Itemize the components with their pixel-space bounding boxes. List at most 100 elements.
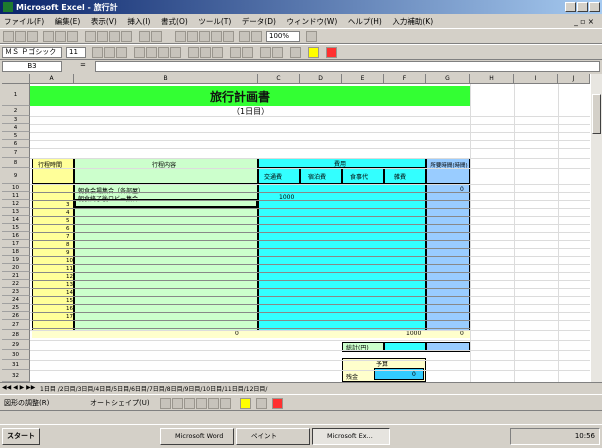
undo-icon[interactable] bbox=[139, 31, 150, 42]
row-header[interactable]: 9 bbox=[2, 168, 30, 184]
row-header[interactable]: 25 bbox=[2, 304, 30, 312]
rectangle-tool-icon[interactable] bbox=[184, 398, 195, 409]
bold-icon[interactable] bbox=[92, 47, 103, 58]
excel-app-icon[interactable] bbox=[3, 2, 13, 12]
row-header[interactable]: 30 bbox=[2, 350, 30, 360]
comma-icon[interactable] bbox=[212, 47, 223, 58]
row-header[interactable]: 14 bbox=[2, 216, 30, 224]
row-header[interactable]: 22 bbox=[2, 280, 30, 288]
text-color-icon[interactable] bbox=[272, 398, 283, 409]
maximize-button[interactable] bbox=[577, 2, 588, 12]
decimal-inc-icon[interactable] bbox=[230, 47, 241, 58]
row-header[interactable]: 15 bbox=[2, 224, 30, 232]
indent-dec-icon[interactable] bbox=[260, 47, 271, 58]
menu-data[interactable]: データ(D) bbox=[238, 14, 280, 29]
row-header[interactable]: 28 bbox=[2, 330, 30, 340]
textbox-tool-icon[interactable] bbox=[208, 398, 219, 409]
row-header[interactable]: 21 bbox=[2, 272, 30, 280]
align-right-icon[interactable] bbox=[158, 47, 169, 58]
start-button[interactable]: スタート bbox=[2, 428, 40, 445]
scroll-thumb[interactable] bbox=[592, 94, 601, 134]
row-header[interactable]: 10 bbox=[2, 184, 30, 192]
row-header[interactable]: 19 bbox=[2, 256, 30, 264]
merge-center-icon[interactable] bbox=[170, 47, 181, 58]
row-header[interactable]: 18 bbox=[2, 248, 30, 256]
font-name-select[interactable]: ＭＳ Ｐゴシック bbox=[2, 47, 62, 58]
row-header[interactable]: 13 bbox=[2, 208, 30, 216]
row-header[interactable]: 26 bbox=[2, 312, 30, 320]
underline-icon[interactable] bbox=[116, 47, 127, 58]
column-header-a[interactable]: A bbox=[30, 74, 74, 84]
italic-icon[interactable] bbox=[104, 47, 115, 58]
row-header[interactable]: 23 bbox=[2, 288, 30, 296]
column-header-j[interactable]: J bbox=[558, 74, 590, 84]
sort-asc-icon[interactable] bbox=[211, 31, 222, 42]
column-header-b[interactable]: B bbox=[74, 74, 258, 84]
row-header[interactable]: 5 bbox=[2, 132, 30, 140]
open-icon[interactable] bbox=[15, 31, 26, 42]
autosum-icon[interactable] bbox=[187, 31, 198, 42]
row-header[interactable]: 17 bbox=[2, 240, 30, 248]
draw-menu[interactable]: 図形の調整(R) bbox=[4, 398, 49, 408]
column-header-c[interactable]: C bbox=[258, 74, 300, 84]
menu-input-assist[interactable]: 入力補助(K) bbox=[388, 14, 437, 29]
close-button[interactable] bbox=[589, 2, 600, 12]
row-header[interactable]: 24 bbox=[2, 296, 30, 304]
column-header-i[interactable]: I bbox=[514, 74, 558, 84]
oval-tool-icon[interactable] bbox=[196, 398, 207, 409]
task-word[interactable]: Microsoft Word bbox=[160, 428, 234, 445]
format-painter-icon[interactable] bbox=[121, 31, 132, 42]
menu-insert[interactable]: 挿入(I) bbox=[123, 14, 154, 29]
column-header-f[interactable]: F bbox=[384, 74, 426, 84]
borders-icon[interactable] bbox=[290, 47, 301, 58]
menu-tools[interactable]: ツール(T) bbox=[194, 14, 235, 29]
column-header-e[interactable]: E bbox=[342, 74, 384, 84]
redo-icon[interactable] bbox=[151, 31, 162, 42]
drawing-icon[interactable] bbox=[251, 31, 262, 42]
row-header[interactable]: 3 bbox=[2, 116, 30, 124]
new-icon[interactable] bbox=[3, 31, 14, 42]
name-box[interactable]: B3 bbox=[2, 61, 62, 72]
vertical-scrollbar[interactable] bbox=[590, 74, 602, 382]
row-header[interactable]: 6 bbox=[2, 140, 30, 148]
percent-icon[interactable] bbox=[200, 47, 211, 58]
align-center-icon[interactable] bbox=[146, 47, 157, 58]
document-window-controls[interactable]: _ ▫ × bbox=[570, 15, 598, 28]
fill-tool-icon[interactable] bbox=[240, 398, 251, 409]
row-header[interactable]: 2 bbox=[2, 106, 30, 116]
line-tool-icon[interactable] bbox=[160, 398, 171, 409]
fill-color-icon[interactable] bbox=[308, 47, 319, 58]
worksheet-grid[interactable]: A B C D E F G H I J 1 2 旅行計画書 （1日目） 行程時間… bbox=[2, 74, 590, 382]
row-header[interactable]: 27 bbox=[2, 320, 30, 330]
arrow-tool-icon[interactable] bbox=[172, 398, 183, 409]
row-header[interactable]: 1 bbox=[2, 84, 30, 106]
formula-input[interactable] bbox=[95, 61, 600, 72]
row-header[interactable]: 4 bbox=[2, 124, 30, 132]
currency-icon[interactable] bbox=[188, 47, 199, 58]
zoom-select[interactable]: 100% bbox=[266, 31, 300, 42]
autoshape-menu[interactable]: オートシェイプ(U) bbox=[90, 398, 150, 408]
row-header[interactable]: 16 bbox=[2, 232, 30, 240]
row-header[interactable]: 32 bbox=[2, 370, 30, 382]
decimal-dec-icon[interactable] bbox=[242, 47, 253, 58]
font-size-select[interactable]: 11 bbox=[66, 47, 86, 58]
preview-icon[interactable] bbox=[55, 31, 66, 42]
row-header[interactable]: 31 bbox=[2, 360, 30, 370]
row-header[interactable]: 11 bbox=[2, 192, 30, 200]
menu-file[interactable]: ファイル(F) bbox=[0, 14, 48, 29]
wordart-tool-icon[interactable] bbox=[220, 398, 231, 409]
paste-icon[interactable] bbox=[109, 31, 120, 42]
menu-view[interactable]: 表示(V) bbox=[87, 14, 121, 29]
column-header-g[interactable]: G bbox=[426, 74, 470, 84]
task-paint[interactable]: ペイント bbox=[236, 428, 310, 445]
menu-window[interactable]: ウィンドウ(W) bbox=[283, 14, 342, 29]
indent-inc-icon[interactable] bbox=[272, 47, 283, 58]
hyperlink-icon[interactable] bbox=[175, 31, 186, 42]
row-header[interactable]: 20 bbox=[2, 264, 30, 272]
align-left-icon[interactable] bbox=[134, 47, 145, 58]
sheet-tabs[interactable]: 1日目 /2日目/3日目/4日目/5日目/6日目/7日目/8日目/9日目/10日… bbox=[40, 384, 267, 393]
row-header[interactable]: 12 bbox=[2, 200, 30, 208]
select-all-corner[interactable] bbox=[2, 74, 30, 84]
font-color-icon[interactable] bbox=[326, 47, 337, 58]
row-header[interactable]: 7 bbox=[2, 148, 30, 158]
